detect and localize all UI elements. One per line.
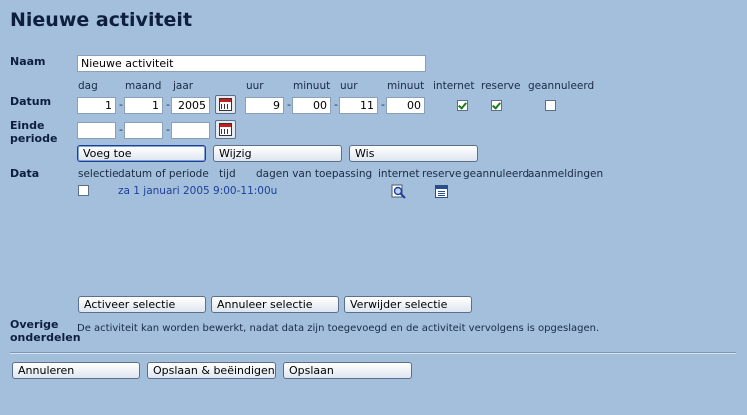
year-input[interactable]: 2005 [171, 97, 210, 114]
name-label: Naam [10, 55, 46, 68]
delete-date-button[interactable]: Wis [349, 145, 478, 162]
col-reserve: reserve [422, 168, 462, 180]
cancel-selection-button[interactable]: Annuleer selectie [211, 296, 339, 313]
calendar-icon [219, 98, 232, 111]
end-date-calendar-button[interactable] [215, 120, 236, 139]
save-and-close-button[interactable]: Opslaan & beëindigen [147, 362, 276, 379]
start-minute-input[interactable]: 00 [292, 97, 331, 114]
header-maand: maand [125, 80, 162, 92]
list-icon[interactable] [435, 185, 448, 198]
end-day-input[interactable] [77, 122, 116, 139]
reserve-checkbox[interactable] [491, 100, 502, 111]
row-select-checkbox[interactable] [78, 185, 89, 196]
col-tijd: tijd [219, 168, 236, 180]
month-input[interactable]: 1 [124, 97, 163, 114]
end-period-label-line2: periode [10, 132, 58, 145]
header-reserve: reserve [481, 80, 521, 92]
other-label-line2: onderdelen [10, 331, 81, 344]
end-minute-input[interactable]: 00 [386, 97, 425, 114]
remove-selection-button[interactable]: Verwijder selectie [344, 296, 472, 313]
header-internet: internet [433, 80, 475, 92]
end-month-input[interactable] [124, 122, 163, 139]
edit-date-button[interactable]: Wijzig [213, 145, 342, 162]
header-eind-uur: uur [340, 80, 358, 92]
divider [10, 352, 736, 354]
col-datum: datum of periode [118, 168, 209, 180]
internet-checkbox[interactable] [457, 100, 468, 111]
other-label-line1: Overige [10, 318, 59, 331]
date-label: Datum [10, 95, 52, 108]
header-start-uur: uur [246, 80, 264, 92]
data-label: Data [10, 167, 40, 180]
end-hour-input[interactable]: 11 [339, 97, 378, 114]
activate-selection-button[interactable]: Activeer selectie [78, 296, 206, 313]
other-info-text: De activiteit kan worden bewerkt, nadat … [77, 323, 600, 334]
cancelled-checkbox[interactable] [545, 100, 556, 111]
col-geannuleerd: geannuleerd [463, 168, 530, 180]
end-period-label-line1: Einde [10, 119, 45, 132]
header-start-minuut: minuut [293, 80, 331, 92]
col-dagen: dagen van toepassing [256, 168, 373, 180]
start-hour-input[interactable]: 9 [245, 97, 284, 114]
row-date-link[interactable]: za 1 januari 2005 9:00-11:00u [118, 185, 277, 197]
save-button[interactable]: Opslaan [283, 362, 412, 379]
col-selectie: selectie [78, 168, 119, 180]
header-jaar: jaar [173, 80, 194, 92]
col-aanmeldingen: aanmeldingen [528, 168, 604, 180]
col-internet: internet [378, 168, 420, 180]
page-title: Nieuwe activiteit [10, 9, 193, 31]
search-icon[interactable] [391, 184, 406, 199]
header-eind-minuut: minuut [387, 80, 425, 92]
calendar-icon [219, 123, 232, 136]
day-input[interactable]: 1 [77, 97, 116, 114]
add-date-button[interactable]: Voeg toe [77, 145, 206, 162]
name-input[interactable]: Nieuwe activiteit [77, 55, 426, 72]
end-year-input[interactable] [171, 122, 210, 139]
date-calendar-button[interactable] [215, 95, 236, 114]
cancel-button[interactable]: Annuleren [12, 362, 140, 379]
header-geannuleerd: geannuleerd [528, 80, 595, 92]
header-dag: dag [78, 80, 98, 92]
